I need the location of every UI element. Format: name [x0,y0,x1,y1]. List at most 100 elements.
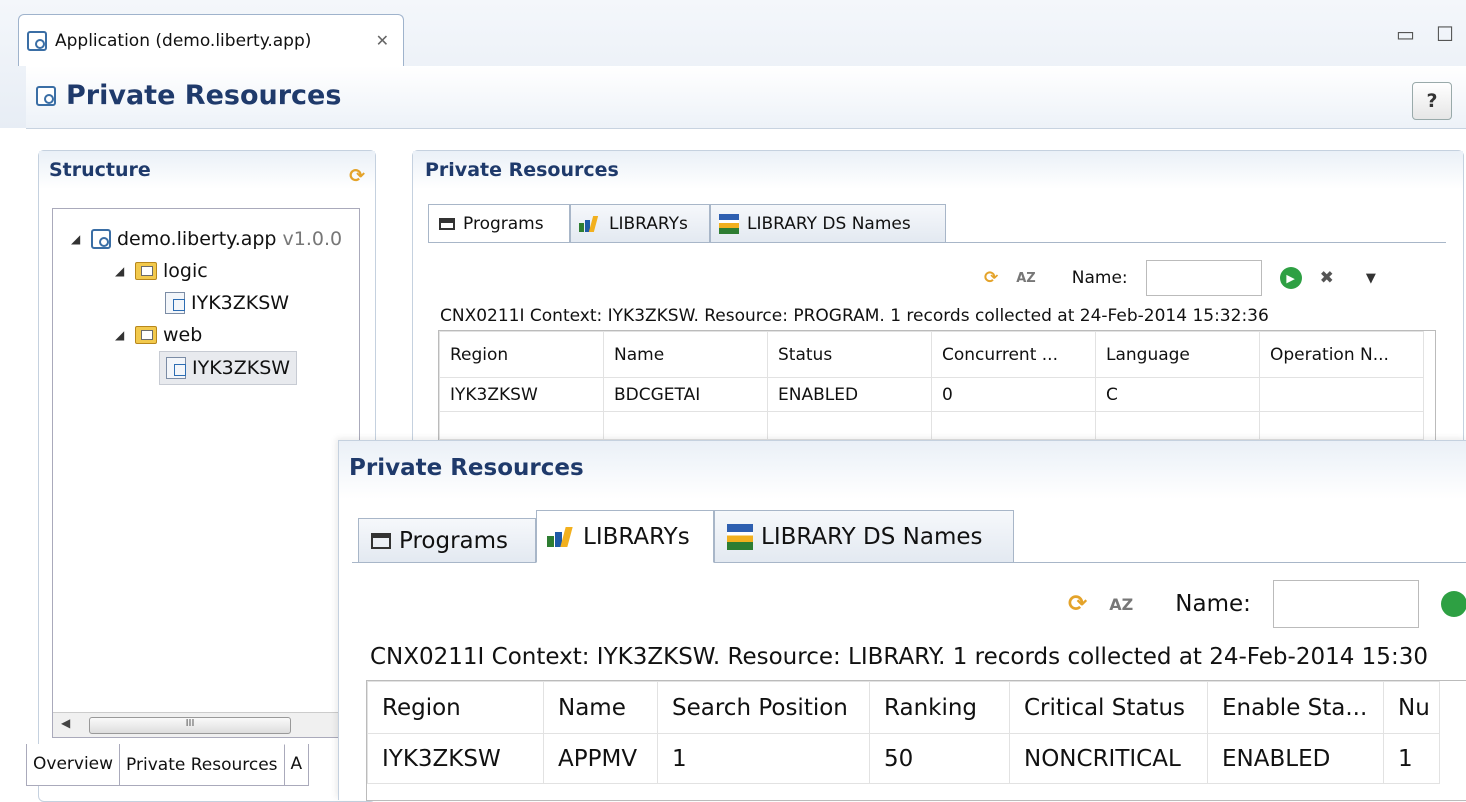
maximize-icon[interactable]: ☐ [1436,22,1454,46]
library-ds-icon [727,523,753,550]
name-label: Name: [1071,268,1128,288]
cell-region: IYK3ZKSW [439,377,604,412]
library-icon [547,526,575,547]
tab-librarys[interactable]: LIBRARYs [536,510,714,563]
tab-label: LIBRARYs [609,213,688,234]
editor-tab-application[interactable]: Application (demo.liberty.app) ✕ [18,14,404,66]
tab-programs[interactable]: Programs [358,518,536,562]
tree-item-label: demo.liberty.app [117,228,277,250]
section-title: Private Resources [413,151,1463,189]
tab-overview[interactable]: Overview [26,744,121,786]
tab-librarys[interactable]: LIBRARYs [570,204,710,242]
tab-library-ds-names[interactable]: LIBRARY DS Names [714,510,1014,562]
tab-programs[interactable]: Programs [428,204,570,242]
tab-library-ds-names[interactable]: LIBRARY DS Names [710,204,946,242]
cell-enable-status: ENABLED [1207,733,1384,784]
tree-item-resource[interactable]: IYK3ZKSW [165,287,289,319]
table-row[interactable]: IYK3ZKSW BDCGETAI ENABLED 0 C [439,377,1424,412]
tree-item-resource-selected[interactable]: IYK3ZKSW [159,351,298,385]
tab-label: LIBRARYs [583,523,690,550]
structure-header: Structure ⟳ [39,151,375,189]
cell-name: BDCGETAI [603,377,768,412]
resource-icon [166,357,186,379]
tab-more[interactable]: A [284,744,310,786]
expanded-triangle-icon[interactable]: ◢ [115,264,129,278]
cell-critical-status: NONCRITICAL [1009,733,1208,784]
column-header[interactable]: Critical Status [1009,681,1208,734]
editor-tab-title: Application (demo.liberty.app) [55,30,312,51]
column-header[interactable]: Concurrent ... [931,331,1096,378]
cell-status: ENABLED [767,377,932,412]
apply-filter-icon[interactable] [1440,591,1466,617]
expanded-triangle-icon[interactable]: ◢ [71,232,85,246]
apply-filter-icon[interactable]: ▶ [1279,267,1302,289]
library-ds-icon [719,213,739,234]
name-filter-input[interactable] [1272,580,1419,628]
library-icon [579,215,601,232]
column-header[interactable]: Operation N... [1259,331,1424,378]
front-toolbar: ⟳ AZ Name: [1068,580,1466,628]
cell-operation [1259,377,1424,412]
name-filter-input[interactable] [1145,260,1262,296]
application-icon [36,85,56,106]
scroll-thumb[interactable]: III [89,717,291,734]
programs-icon [439,217,455,230]
cell-ranking: 50 [869,733,1010,784]
refresh-icon[interactable]: ⟳ [1068,591,1087,617]
programs-icon [371,532,391,549]
structure-tree: ◢ demo.liberty.app v1.0.0 ◢ logic IYK3ZK… [52,208,360,738]
tree-item-web[interactable]: ◢ web [115,319,202,351]
tab-baseline [428,242,1446,243]
tab-label: Programs [399,527,509,554]
tab-private-resources[interactable]: Private Resources [120,744,285,786]
name-label: Name: [1175,591,1251,617]
expanded-triangle-icon[interactable]: ◢ [115,328,129,342]
column-header[interactable]: Nu [1383,681,1440,734]
cell-search-position: 1 [657,733,870,784]
table-row-empty [439,411,1424,440]
application-icon [91,229,111,249]
sort-icon[interactable]: AZ [1109,595,1133,614]
refresh-icon[interactable]: ⟳ [984,268,998,288]
help-button[interactable]: ? [1412,82,1452,120]
bundle-folder-icon [135,326,157,344]
tree-item-logic[interactable]: ◢ logic [115,255,208,287]
column-header[interactable]: Ranking [869,681,1010,734]
bundle-folder-icon [135,262,157,280]
tab-label: LIBRARY DS Names [747,213,911,234]
column-header[interactable]: Status [767,331,932,378]
tab-baseline [352,562,1466,563]
column-header[interactable]: Region [439,331,604,378]
refresh-icon[interactable]: ⟳ [349,165,365,187]
clear-filter-icon[interactable]: ✖ [1320,268,1334,288]
cell-name: APPMV [543,733,658,784]
horizontal-scrollbar[interactable]: ◀ III [53,712,359,737]
column-header[interactable]: Name [603,331,768,378]
resource-icon [165,292,185,314]
view-menu-icon[interactable]: ▼ [1366,271,1376,286]
sort-icon[interactable]: AZ [1016,271,1036,286]
section-title: Private Resources [339,441,1466,499]
back-toolbar: ⟳ AZ Name: ▶ ✖ ▼ [984,260,1376,296]
tree-item-label: IYK3ZKSW [191,292,290,314]
version-label: v1.0.0 [282,228,343,250]
table-row[interactable]: IYK3ZKSW APPMV 1 50 NONCRITICAL ENABLED … [367,733,1440,784]
scroll-left-icon[interactable]: ◀ [61,716,70,730]
librarys-table: Region Name Search Position Ranking Crit… [366,680,1466,801]
tree-item-app[interactable]: ◢ demo.liberty.app v1.0.0 [71,223,342,255]
column-header[interactable]: Name [543,681,658,734]
cell-number: 1 [1383,733,1440,784]
status-message: CNX0211I Context: IYK3ZKSW. Resource: PR… [440,306,1269,326]
minimize-icon[interactable]: ▭ [1396,22,1415,46]
application-icon [27,30,47,51]
status-message: CNX0211I Context: IYK3ZKSW. Resource: LI… [370,644,1428,670]
form-page-tabs: Overview Private Resources A [26,744,310,786]
close-icon[interactable]: ✕ [376,31,389,50]
column-header[interactable]: Region [367,681,544,734]
column-header[interactable]: Search Position [657,681,870,734]
structure-title: Structure [49,159,151,181]
tab-label: LIBRARY DS Names [761,523,983,550]
page-title-text: Private Resources [66,80,342,111]
column-header[interactable]: Enable Sta... [1207,681,1384,734]
column-header[interactable]: Language [1095,331,1260,378]
